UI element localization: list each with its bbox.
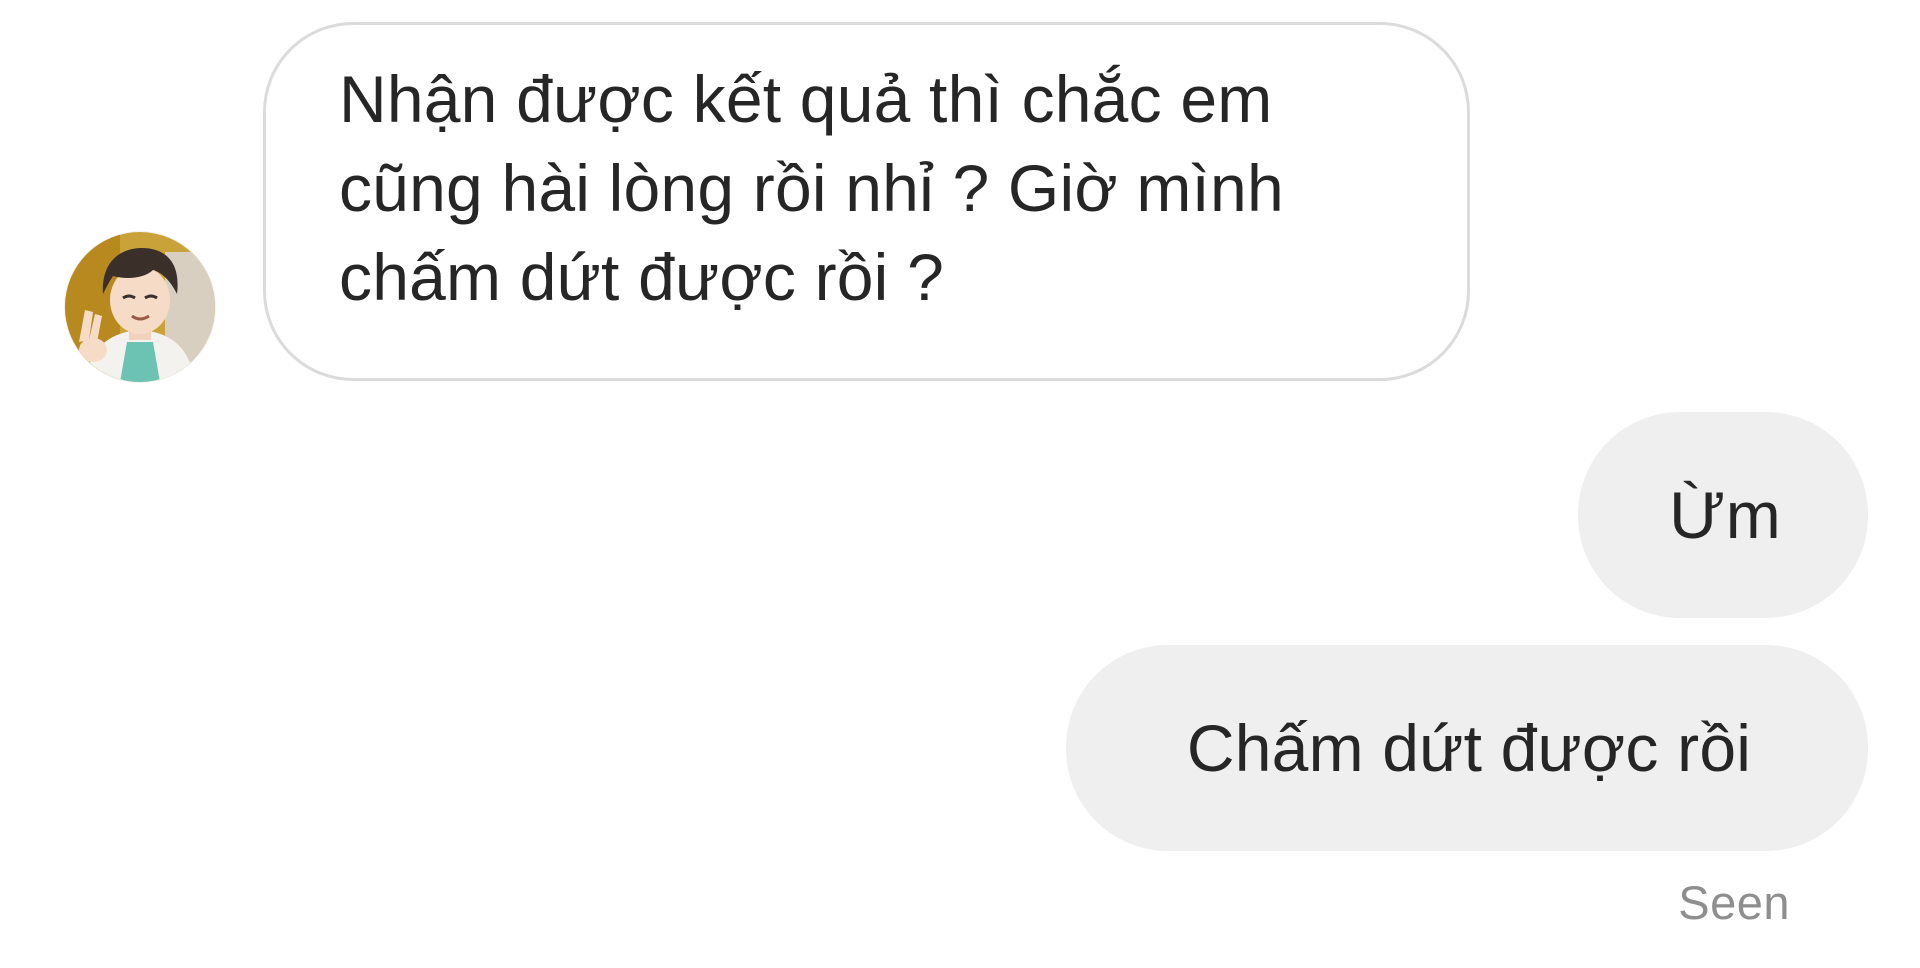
contact-avatar[interactable] (65, 232, 215, 382)
seen-status: Seen (1678, 876, 1790, 929)
sent-message-text: Chấm dứt được rồi (1186, 710, 1752, 785)
chat-thread: Nhận được kết quả thì chắc em cũng hài l… (0, 0, 1920, 968)
received-message-bubble[interactable]: Nhận được kết quả thì chắc em cũng hài l… (263, 22, 1470, 381)
sent-message-bubble[interactable]: Ừm (1578, 412, 1868, 618)
sent-message-bubble[interactable]: Chấm dứt được rồi (1066, 645, 1868, 851)
received-message-text: Nhận được kết quả thì chắc em cũng hài l… (339, 62, 1284, 314)
user-avatar-icon (65, 232, 215, 382)
sent-message-text: Ừm (1669, 477, 1781, 552)
